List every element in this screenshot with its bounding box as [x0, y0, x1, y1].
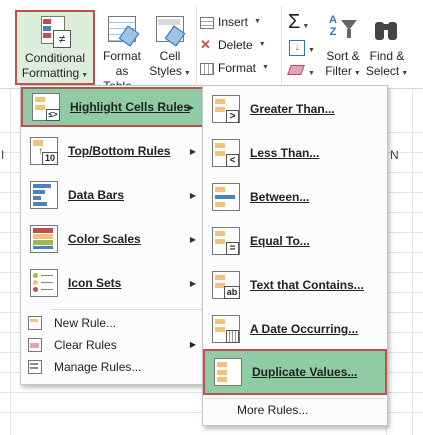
sort-filter-icon: AZ — [327, 14, 359, 46]
menu-item-new-rule[interactable]: New Rule... — [23, 313, 204, 332]
submenu-arrow-icon: ▶ — [189, 146, 196, 156]
top-bottom-icon: ↑ 10 — [30, 137, 58, 165]
insert-icon — [200, 15, 214, 29]
clear-rules-icon — [28, 337, 42, 352]
ribbon-divider — [196, 6, 197, 84]
color-scales-icon — [30, 225, 58, 253]
conditional-formatting-icon: ≠ — [39, 16, 71, 48]
menu-item-icon-sets[interactable]: Icon Sets ▶ — [21, 263, 204, 303]
menu-item-label: Data Bars — [68, 188, 125, 202]
format-table-line1: Format as — [102, 49, 141, 78]
submenu-item-label: Less Than... — [250, 146, 320, 160]
duplicate-values-icon — [214, 358, 242, 386]
delete-icon: ✕ — [200, 36, 211, 52]
menu-item-color-scales[interactable]: Color Scales ▶ — [21, 219, 204, 259]
menu-item-data-bars[interactable]: Data Bars ▶ — [21, 175, 204, 215]
submenu-item-date-occurring[interactable]: A Date Occurring... — [203, 309, 387, 349]
cf-label-line2: Formatting ▼ — [21, 66, 89, 80]
submenu-arrow-icon: ▶ — [189, 340, 196, 349]
menu-item-clear-rules[interactable]: Clear Rules ▶ — [23, 335, 204, 354]
submenu-item-equal-to[interactable]: = Equal To... — [203, 221, 387, 261]
format-as-table-button[interactable]: Format as Table▼ — [96, 10, 148, 96]
new-rule-icon — [28, 315, 42, 330]
highlight-cells-rules-submenu: > Greater Than... < Less Than... Between… — [202, 85, 388, 426]
submenu-item-more-rules[interactable]: More Rules... — [205, 400, 387, 419]
cell-styles-button[interactable]: Cell Styles ▼ — [148, 10, 192, 81]
find-select-line2: Select ▼ — [365, 64, 409, 78]
format-as-table-icon — [106, 14, 140, 47]
submenu-item-greater-than[interactable]: > Greater Than... — [203, 89, 387, 129]
submenu-item-between[interactable]: Between... — [203, 177, 387, 217]
fill-icon[interactable]: ↓ — [289, 40, 305, 56]
sort-filter-line2: Filter ▼ — [325, 64, 361, 78]
format-button[interactable]: Format ▼ — [200, 56, 278, 79]
delete-label: Delete — [218, 37, 253, 52]
submenu-item-label: More Rules... — [237, 402, 309, 417]
cell-styles-icon — [154, 14, 186, 47]
submenu-item-label: Between... — [250, 190, 310, 204]
conditional-formatting-menu: ≤> Highlight Cells Rules ▶ ↑ 10 Top/Bott… — [20, 85, 205, 385]
menu-item-top-bottom-rules[interactable]: ↑ 10 Top/Bottom Rules ▶ — [21, 131, 204, 171]
sort-filter-button[interactable]: AZ Sort & Filter ▼ — [320, 10, 366, 81]
menu-item-label: Icon Sets — [68, 276, 122, 290]
date-occurring-icon — [212, 315, 240, 343]
highlight-cells-icon: ≤> — [32, 93, 60, 121]
delete-button[interactable]: ✕ Delete ▼ — [200, 33, 278, 56]
submenu-arrow-icon: ▶ — [189, 190, 196, 200]
submenu-item-less-than[interactable]: < Less Than... — [203, 133, 387, 173]
format-icon — [200, 61, 214, 75]
submenu-arrow-icon: ▶ — [189, 234, 196, 244]
menu-item-label: Color Scales — [68, 232, 141, 246]
submenu-item-label: Text that Contains... — [250, 278, 364, 292]
menu-separator — [51, 309, 202, 310]
menu-item-label: Clear Rules — [54, 337, 117, 352]
ribbon-divider — [281, 6, 282, 84]
format-label: Format — [218, 60, 257, 75]
submenu-item-label: A Date Occurring... — [250, 322, 359, 336]
submenu-arrow-icon: ▶ — [187, 102, 194, 112]
less-than-icon: < — [212, 139, 240, 167]
submenu-item-duplicate-values[interactable]: Duplicate Values... — [203, 349, 387, 395]
insert-button[interactable]: Insert ▼ — [200, 10, 278, 33]
column-header-n[interactable]: N — [390, 148, 399, 162]
cells-group: Insert ▼ ✕ Delete ▼ Format ▼ — [200, 10, 278, 79]
sort-filter-line1: Sort & — [326, 49, 360, 63]
menu-item-label: Manage Rules... — [54, 359, 142, 374]
find-select-line1: Find & — [369, 49, 405, 63]
submenu-separator — [205, 398, 385, 399]
insert-label: Insert — [218, 14, 249, 29]
autosum-icon[interactable]: Σ ▼ — [288, 12, 309, 37]
text-contains-icon: ab — [212, 271, 240, 299]
greater-than-icon: > — [212, 95, 240, 123]
fill-dropdown-caret[interactable]: ▼ — [306, 41, 315, 55]
menu-item-highlight-cells-rules[interactable]: ≤> Highlight Cells Rules ▶ — [21, 87, 204, 127]
icon-sets-icon — [30, 269, 58, 297]
ribbon: ≠ Conditional Formatting▼ Format as Tabl… — [0, 0, 423, 93]
cell-styles-line1: Cell — [159, 49, 181, 63]
manage-rules-icon — [28, 359, 42, 374]
column-header-edge: I — [1, 148, 5, 162]
between-icon — [212, 183, 240, 211]
submenu-item-label: Duplicate Values... — [252, 365, 358, 379]
conditional-formatting-button[interactable]: ≠ Conditional Formatting ▼ — [15, 10, 95, 85]
menu-item-label: Highlight Cells Rules — [70, 100, 191, 114]
menu-item-label: Top/Bottom Rules — [68, 144, 171, 158]
binoculars-icon — [371, 14, 403, 46]
menu-item-manage-rules[interactable]: Manage Rules... — [23, 357, 204, 376]
clear-icon[interactable] — [287, 65, 305, 75]
submenu-item-text-contains[interactable]: ab Text that Contains... — [203, 265, 387, 305]
find-select-button[interactable]: Find & Select ▼ — [364, 10, 410, 81]
clear-dropdown-caret[interactable]: ▼ — [306, 64, 315, 78]
data-bars-icon — [30, 181, 58, 209]
submenu-item-label: Equal To... — [250, 234, 310, 248]
cell-styles-line2: Styles ▼ — [149, 64, 191, 78]
submenu-arrow-icon: ▶ — [189, 278, 196, 288]
menu-item-label: New Rule... — [54, 315, 117, 330]
submenu-item-label: Greater Than... — [250, 102, 335, 116]
cf-label-line1: Conditional — [24, 51, 86, 65]
equal-to-icon: = — [212, 227, 240, 255]
